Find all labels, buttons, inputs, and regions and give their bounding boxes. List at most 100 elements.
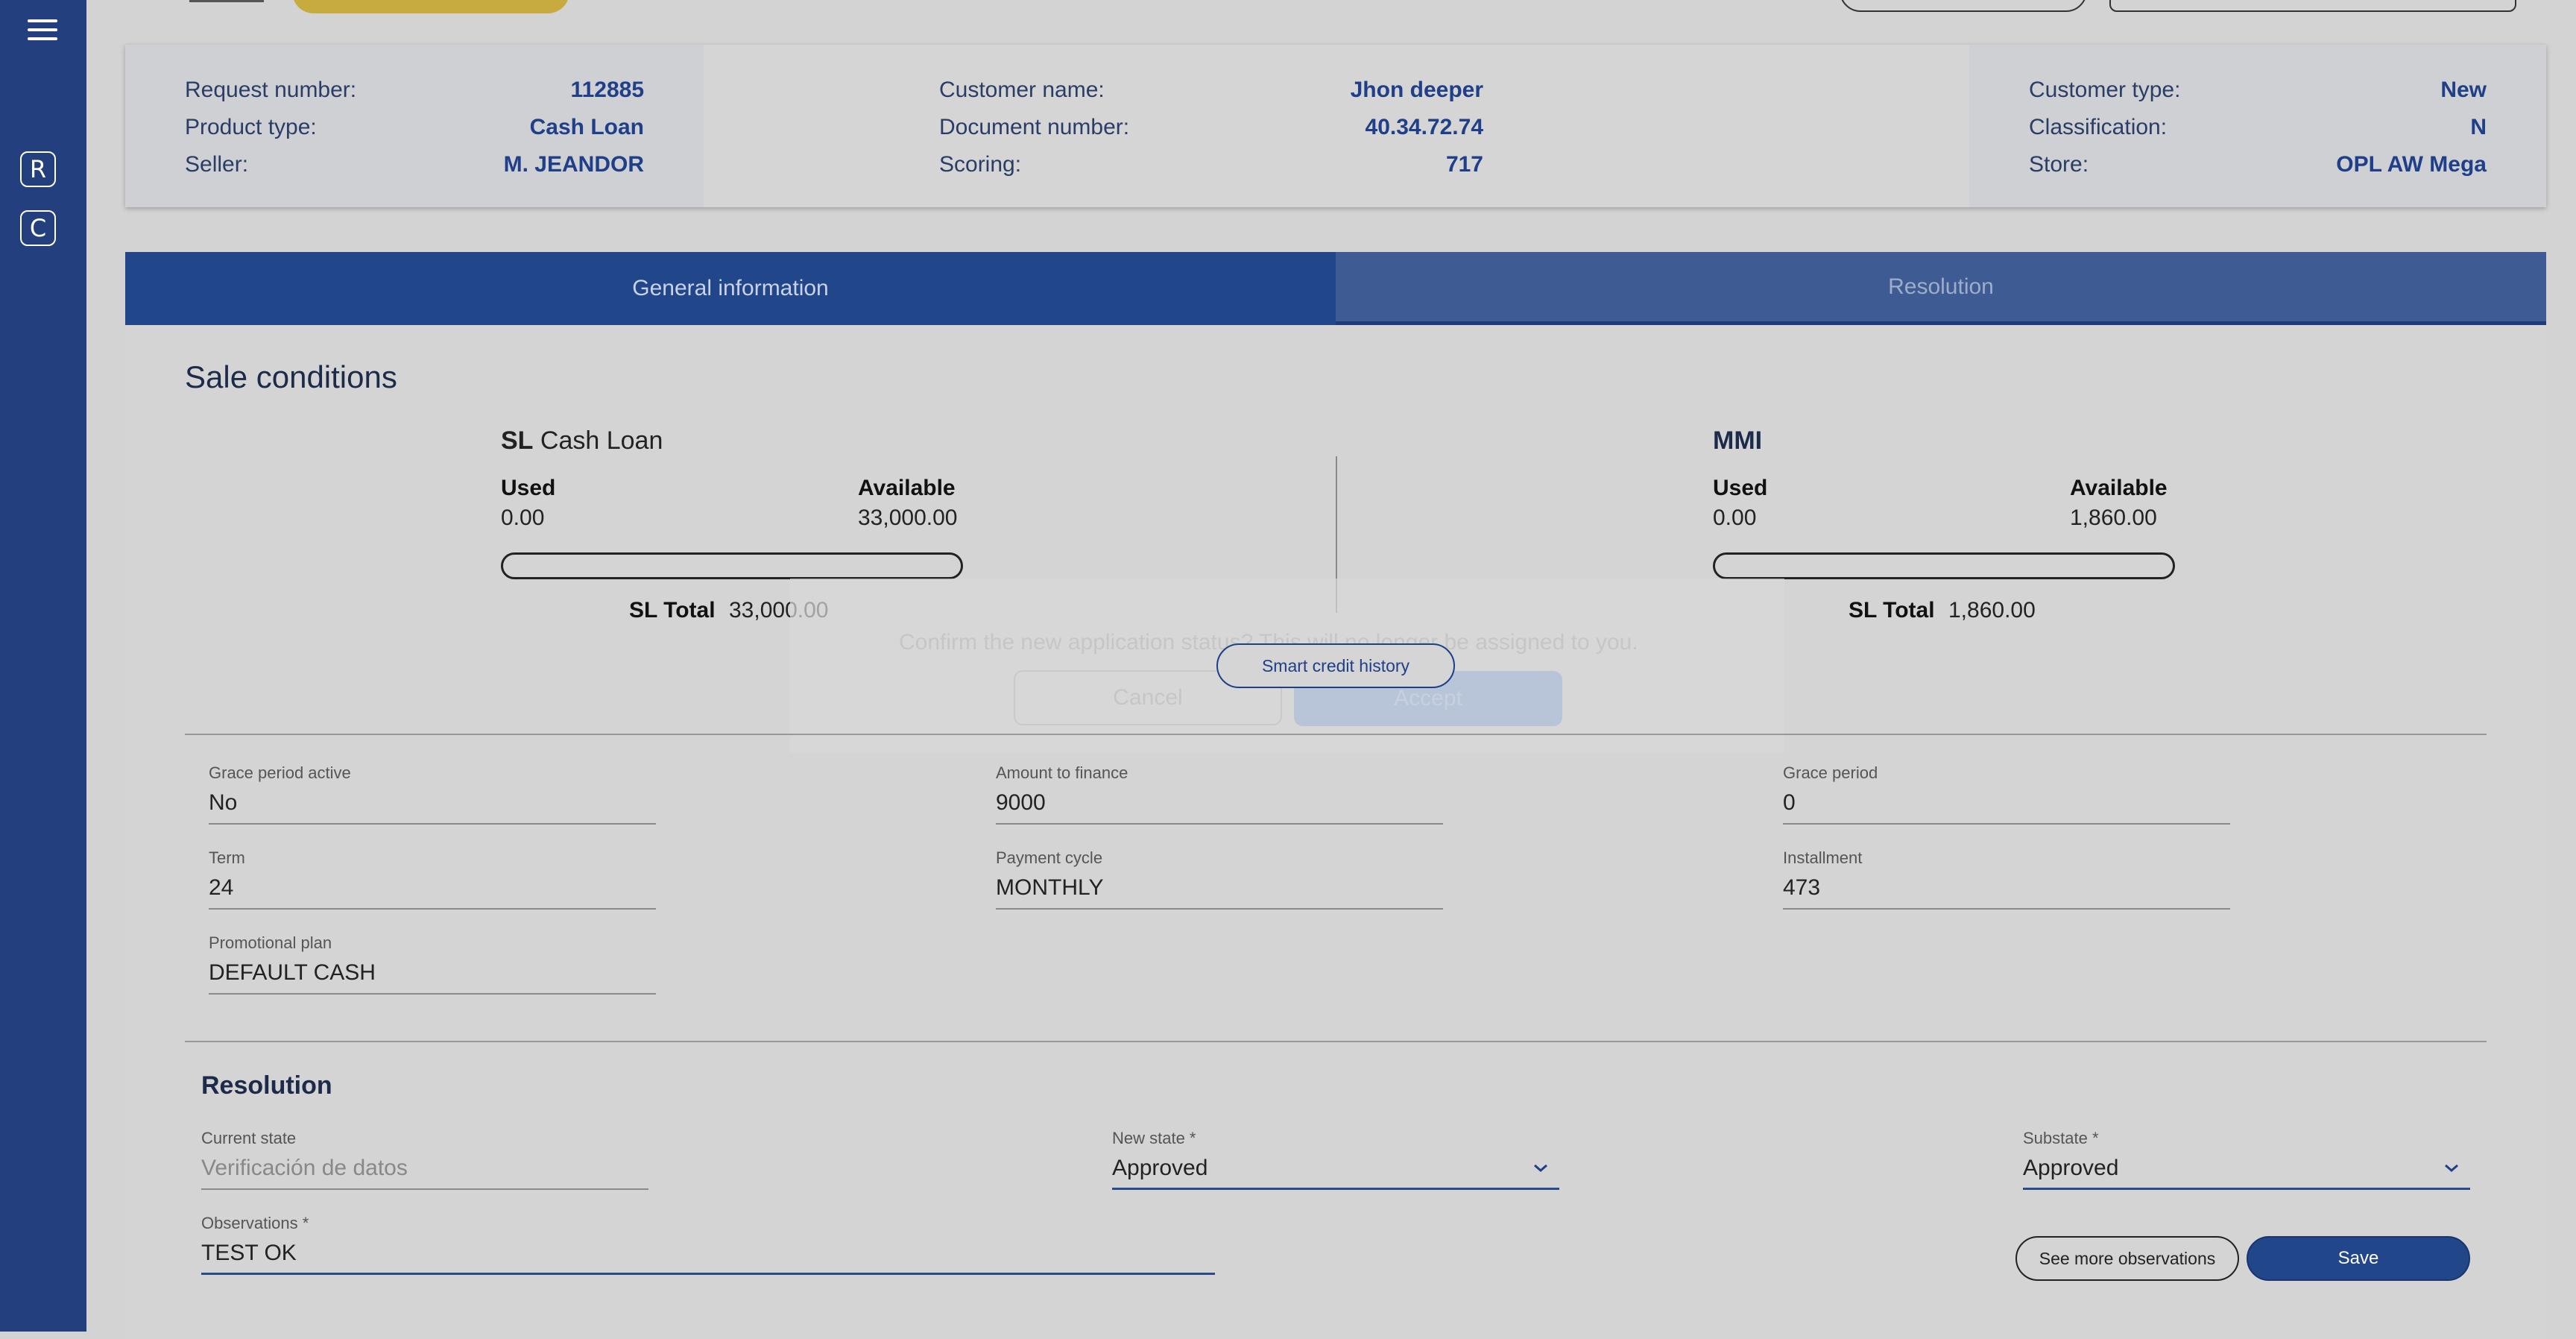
customer-name-label: Customer name: <box>939 78 1105 102</box>
sl-available-label: Available <box>858 476 956 500</box>
observations-input[interactable]: TEST OK <box>201 1241 297 1266</box>
top-status-chip <box>292 0 569 13</box>
top-action-button[interactable] <box>1840 0 2087 12</box>
grace-active-field: No <box>209 790 238 815</box>
request-number-label: Request number: <box>185 78 357 102</box>
sl-product-title: SL Cash Loan <box>501 426 663 456</box>
amount-underline <box>996 823 1443 825</box>
term-field: 24 <box>209 875 234 900</box>
term-label: Term <box>209 848 245 867</box>
grace-period-field: 0 <box>1783 790 1796 815</box>
top-search-input[interactable] <box>2109 0 2516 12</box>
mmi-used-value: 0.00 <box>1713 505 1757 530</box>
mmi-available-label: Available <box>2070 476 2168 500</box>
new-state-chevron-down-icon[interactable] <box>1531 1159 1550 1178</box>
store-value: OPL AW Mega <box>2336 152 2487 177</box>
current-state-underline <box>201 1188 648 1190</box>
document-number-row: Document number: 40.34.72.74 <box>939 109 1483 146</box>
current-state-field: Verificación de datos <box>201 1156 408 1180</box>
payment-cycle-label: Payment cycle <box>996 848 1103 867</box>
scoring-row: Scoring: 717 <box>939 146 1483 183</box>
new-state-underline <box>1112 1188 1559 1190</box>
customer-name-row: Customer name: Jhon deeper <box>939 72 1483 109</box>
installment-label: Installment <box>1783 848 1863 867</box>
promo-plan-underline <box>209 993 656 995</box>
document-number-label: Document number: <box>939 115 1130 139</box>
section-divider-2 <box>185 1041 2487 1042</box>
customer-type-value: New <box>2440 78 2487 102</box>
request-number-value: 112885 <box>570 78 644 102</box>
mmi-used-label: Used <box>1713 476 1768 500</box>
scoring-label: Scoring: <box>939 152 1022 177</box>
sidebar-r-button[interactable]: R <box>20 151 56 187</box>
sl-used-label: Used <box>501 476 556 500</box>
seller-row: Seller: M. JEANDOR <box>185 146 644 183</box>
sl-code: SL <box>501 426 534 455</box>
classification-row: Classification: N <box>2029 109 2487 146</box>
tab-resolution[interactable]: Resolution <box>1336 252 2546 325</box>
product-type-label: Product type: <box>185 115 317 139</box>
store-row: Store: OPL AW Mega <box>2029 146 2487 183</box>
promo-plan-label: Promotional plan <box>209 933 332 952</box>
seller-label: Seller: <box>185 152 249 177</box>
substate-chevron-down-icon[interactable] <box>2442 1159 2461 1178</box>
scoring-value: 717 <box>1445 152 1483 177</box>
sl-total-label: SL Total <box>629 598 716 623</box>
payment-cycle-underline <box>996 908 1443 910</box>
installment-field: 473 <box>1783 875 1821 900</box>
request-number-row: Request number: 112885 <box>185 72 644 109</box>
grace-period-label: Grace period <box>1783 763 1878 782</box>
seller-value: M. JEANDOR <box>503 152 644 177</box>
store-label: Store: <box>2029 152 2089 177</box>
request-summary-col-2: Customer name: Jhon deeper Document numbe… <box>704 45 1969 207</box>
customer-type-label: Customer type: <box>2029 78 2181 102</box>
grace-active-label: Grace period active <box>209 763 351 782</box>
product-type-value: Cash Loan <box>529 115 644 139</box>
resolution-title: Resolution <box>201 1071 332 1100</box>
customer-name-value: Jhon deeper <box>1350 78 1483 102</box>
promo-plan-field: DEFAULT CASH <box>209 960 376 985</box>
menu-icon[interactable] <box>28 19 57 42</box>
sl-usage-bar <box>501 552 963 579</box>
new-state-label: New state * <box>1112 1129 1196 1147</box>
document-number-value: 40.34.72.74 <box>1365 115 1483 139</box>
new-state-select[interactable]: Approved <box>1112 1156 1208 1181</box>
observations-label: Observations * <box>201 1214 309 1232</box>
mmi-total-label: SL Total <box>1849 598 1935 623</box>
sale-conditions-title: Sale conditions <box>185 359 397 394</box>
mmi-total-value: 1,860.00 <box>1948 598 2036 623</box>
observations-underline <box>201 1273 1215 1275</box>
current-state-label: Current state <box>201 1129 297 1147</box>
top-underline <box>189 0 264 2</box>
request-summary-card: Request number: 112885 Product type: Cash … <box>125 45 2546 207</box>
tab-general-information[interactable]: General information <box>125 252 1336 325</box>
grace-period-underline <box>1783 823 2230 825</box>
amount-field: 9000 <box>996 790 1046 815</box>
sl-available-value: 33,000.00 <box>858 505 958 530</box>
term-underline <box>209 908 656 910</box>
save-button[interactable]: Save <box>2247 1236 2470 1281</box>
mmi-title: MMI <box>1713 426 1763 455</box>
sidebar-c-button[interactable]: C <box>20 210 56 246</box>
tabs: General information Resolution <box>125 252 2546 325</box>
smart-credit-history-button[interactable]: Smart credit history <box>1216 643 1455 688</box>
product-type-row: Product type: Cash Loan <box>185 109 644 146</box>
installment-underline <box>1783 908 2230 910</box>
mmi-available-value: 1,860.00 <box>2070 505 2157 530</box>
amount-label: Amount to finance <box>996 763 1128 782</box>
request-summary-col-1: Request number: 112885 Product type: Cash … <box>125 45 704 207</box>
classification-value: N <box>2470 115 2487 139</box>
see-more-observations-button[interactable]: See more observations <box>2015 1236 2239 1281</box>
sl-name: Cash Loan <box>540 426 663 455</box>
substate-select[interactable]: Approved <box>2023 1156 2118 1181</box>
payment-cycle-field: MONTHLY <box>996 875 1104 900</box>
section-divider-1 <box>185 734 2487 735</box>
substate-underline <box>2023 1188 2470 1190</box>
customer-type-row: Customer type: New <box>2029 72 2487 109</box>
sl-used-value: 0.00 <box>501 505 545 530</box>
request-summary-col-3: Customer type: New Classification: N Store… <box>1969 45 2546 207</box>
mmi-usage-bar <box>1713 552 2175 579</box>
classification-label: Classification: <box>2029 115 2168 139</box>
sidebar: R C <box>0 0 86 1332</box>
substate-label: Substate * <box>2023 1129 2099 1147</box>
